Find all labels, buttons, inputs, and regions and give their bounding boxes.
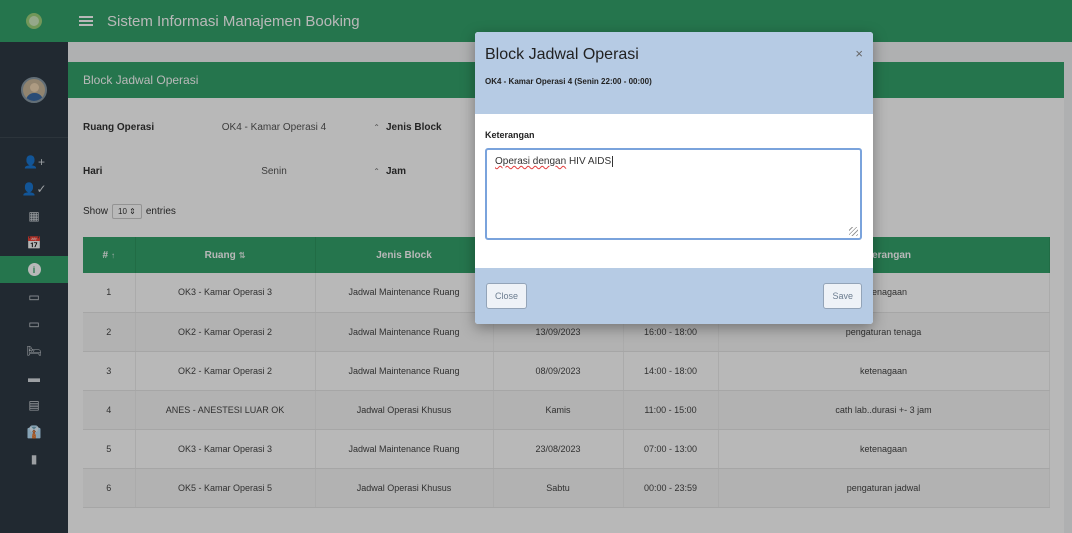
spellcheck-flagged-text: Operasi dengan [495,156,567,167]
modal-title: Block Jadwal Operasi [485,46,639,63]
modal-header: Block Jadwal Operasi OK4 - Kamar Operasi… [475,32,873,114]
textarea-text: HIV AIDS [566,156,612,167]
close-button[interactable]: Close [486,283,528,309]
keterangan-textarea[interactable]: Operasi dengan HIV AIDS [485,148,862,240]
block-jadwal-modal: Block Jadwal Operasi OK4 - Kamar Operasi… [475,32,873,324]
modal-subtitle: OK4 - Kamar Operasi 4 (Senin 22:00 - 00:… [485,77,652,86]
text-cursor [612,156,614,167]
modal-body: Keterangan Operasi dengan HIV AIDS [475,114,873,268]
keterangan-label: Keterangan [485,130,535,140]
save-button[interactable]: Save [823,283,862,309]
modal-footer: Close Save [475,268,873,324]
resize-handle-icon[interactable] [849,227,858,236]
close-icon[interactable]: × [855,46,863,61]
